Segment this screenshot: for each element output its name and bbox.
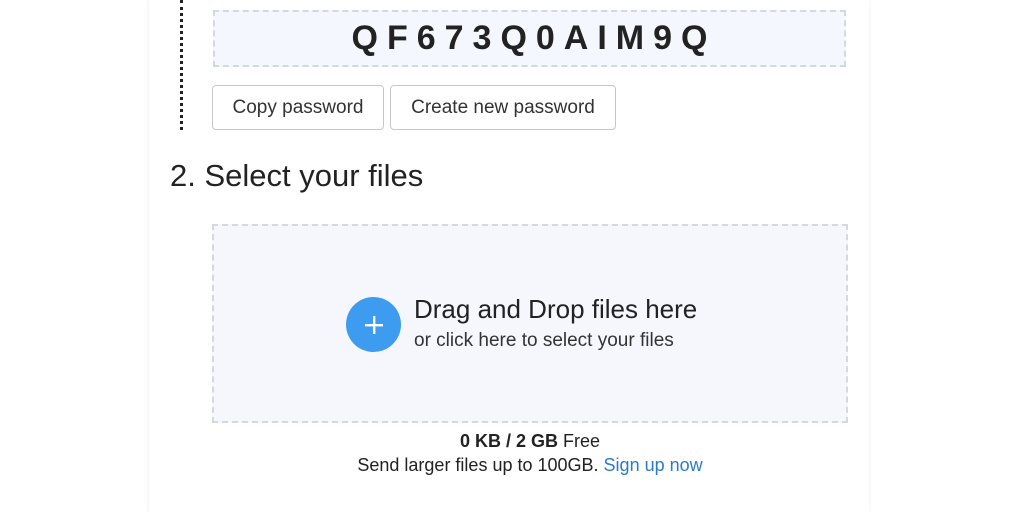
sign-up-link[interactable]: Sign up now: [604, 455, 703, 475]
copy-password-button[interactable]: Copy password: [212, 85, 384, 130]
storage-quota: 0 KB / 2 GB Free: [212, 431, 848, 452]
dropzone-sub-text: or click here to select your files: [414, 330, 674, 351]
section-title-select-files: 2. Select your files: [170, 158, 424, 193]
quota-amount: 0 KB / 2 GB: [459, 431, 558, 451]
generated-password: QF673Q0AIM9Q: [351, 19, 717, 57]
upsell-text: Send larger files up to 100GB.: [357, 455, 599, 475]
password-display: QF673Q0AIM9Q: [213, 10, 846, 67]
plus-icon[interactable]: [346, 297, 401, 352]
create-new-password-button[interactable]: Create new password: [390, 85, 616, 130]
quota-suffix: Free: [563, 431, 601, 451]
file-dropzone[interactable]: Drag and Drop files here or click here t…: [212, 224, 848, 423]
dropzone-main-text: Drag and Drop files here: [414, 294, 698, 324]
step-connector-line: [180, 0, 183, 130]
upsell-message: Send larger files up to 100GB. Sign up n…: [212, 455, 848, 476]
